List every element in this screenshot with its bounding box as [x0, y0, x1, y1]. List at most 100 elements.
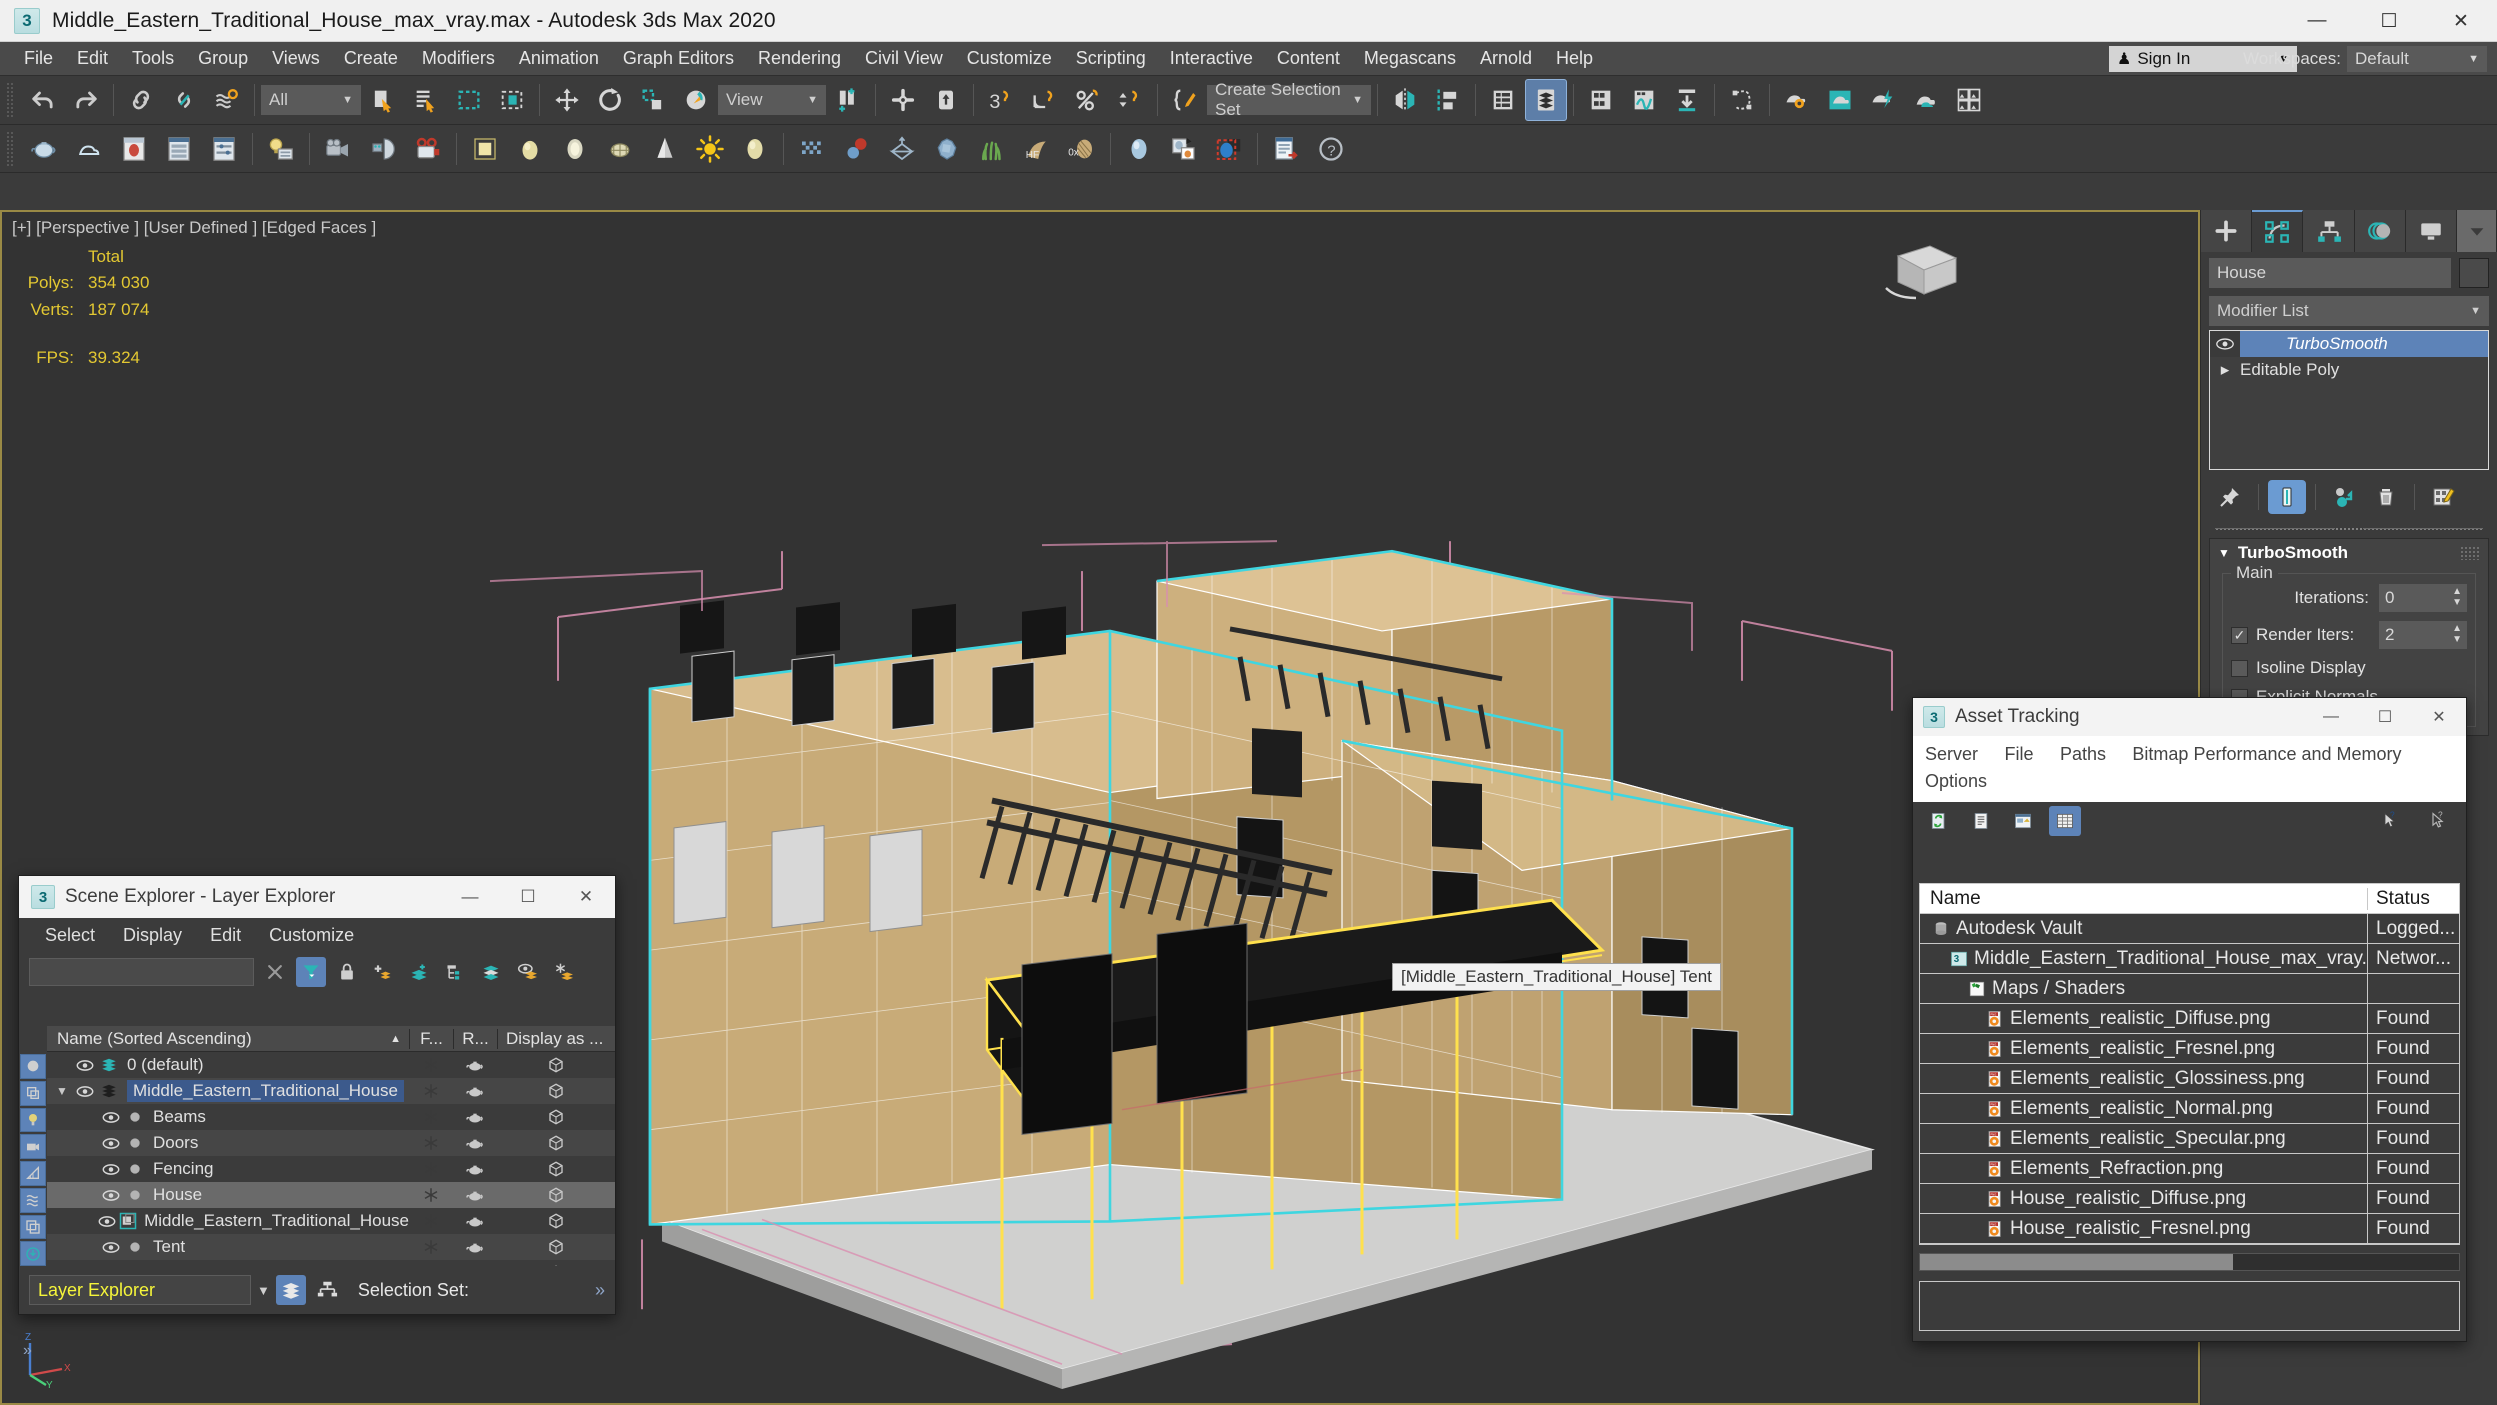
isoline-display-row[interactable]: Isoline Display	[2231, 658, 2467, 678]
freeze-toggle-icon[interactable]	[409, 1052, 453, 1078]
teapot-blue-icon[interactable]	[22, 130, 66, 168]
layer-row[interactable]: Fencing	[47, 1156, 615, 1182]
add-selection-to-layer-icon[interactable]	[404, 957, 434, 987]
window-crossing-icon[interactable]	[491, 79, 533, 121]
spinner-arrows-icon[interactable]: ▲ ▼	[2452, 586, 2462, 608]
maximize-button[interactable]: ☐	[499, 876, 557, 918]
filter-xrefs-icon[interactable]	[20, 1241, 46, 1266]
hierarchy-mode-icon[interactable]	[312, 1275, 342, 1305]
asset-row[interactable]: PNGHouse_realistic_Glossiness.pngFound	[2367, 1243, 2368, 1244]
filter-geometry-icon[interactable]	[20, 1054, 46, 1079]
menu-megascans[interactable]: Megascans	[1352, 44, 1468, 73]
menu-interactive[interactable]: Interactive	[1158, 44, 1265, 73]
object-color-swatch[interactable]	[2459, 258, 2489, 288]
edit-named-selection-sets-icon[interactable]	[1164, 79, 1206, 121]
layer-explorer-icon[interactable]	[1482, 79, 1524, 121]
layer-mode-icon[interactable]	[275, 1275, 306, 1305]
snaps-toggle-3d-icon[interactable]: 3	[980, 79, 1022, 121]
menu-edit[interactable]: Edit	[65, 44, 120, 73]
renderable-toggle-icon[interactable]	[453, 1182, 497, 1208]
clear-search-icon[interactable]	[260, 957, 290, 987]
hierarchy-tab[interactable]	[2303, 210, 2355, 252]
light-sphere-icon[interactable]	[361, 130, 405, 168]
minimize-button[interactable]: —	[441, 876, 499, 918]
select-by-name-icon[interactable]	[405, 79, 447, 121]
camera-icon[interactable]	[316, 130, 360, 168]
freeze-unfreeze-icon[interactable]	[548, 957, 578, 987]
named-selection-set-input[interactable]: Create Selection Set ▼	[1207, 80, 1371, 119]
filter-helpers-icon[interactable]	[20, 1161, 46, 1186]
material-editor-icon[interactable]	[1666, 79, 1708, 121]
asset-row[interactable]: PNG House_realistic_Fresnel.png Found	[1920, 1213, 2459, 1244]
select-and-place-icon[interactable]	[675, 79, 717, 121]
menu-rendering[interactable]: Rendering	[746, 44, 853, 73]
dot-icon[interactable]	[123, 1187, 147, 1203]
se-menu-customize[interactable]: Customize	[257, 923, 366, 948]
display-as-icon[interactable]	[497, 1182, 615, 1208]
renderable-toggle-icon[interactable]	[453, 1208, 497, 1234]
renderable-toggle-icon[interactable]	[453, 1130, 497, 1156]
add-layer-icon[interactable]	[368, 957, 398, 987]
asset-row[interactable]: PNG Elements_realistic_Specular.png Found	[1920, 1123, 2459, 1154]
menu-content[interactable]: Content	[1265, 44, 1352, 73]
asset-row[interactable]: PNG Elements_realistic_Fresnel.png Found	[1920, 1033, 2459, 1064]
freeze-toggle-icon[interactable]	[409, 1078, 453, 1104]
cone-icon[interactable]	[643, 130, 687, 168]
menu-help[interactable]: Help	[1544, 44, 1605, 73]
refresh-icon[interactable]	[1923, 806, 1955, 836]
close-button[interactable]: ✕	[2425, 0, 2497, 42]
use-pivot-point-center-icon[interactable]	[827, 79, 869, 121]
select-object-icon[interactable]	[362, 79, 404, 121]
table-view-icon[interactable]	[2049, 806, 2081, 836]
layer-row[interactable]: Middle_Eastern_Traditional_House	[47, 1208, 615, 1234]
asset-row[interactable]: PNG Elements_realistic_Glossiness.png Foun…	[1920, 1063, 2459, 1094]
menu-modifiers[interactable]: Modifiers	[410, 44, 507, 73]
snap-toggle-icon[interactable]	[925, 79, 967, 121]
iterations-spinner[interactable]: 0 ▲ ▼	[2379, 584, 2467, 612]
lock-icon[interactable]	[332, 957, 362, 987]
mirror-icon[interactable]	[1384, 79, 1426, 121]
column-display-as[interactable]: Display as ...	[497, 1028, 615, 1049]
se-menu-display[interactable]: Display	[111, 923, 194, 948]
help-icon[interactable]: ?	[1309, 130, 1353, 168]
undo-icon[interactable]	[22, 79, 64, 121]
asset-row[interactable]: Maps / Shaders	[1920, 973, 2459, 1004]
isoline-display-checkbox[interactable]	[2231, 659, 2248, 677]
eye-icon[interactable]	[73, 1059, 97, 1072]
close-button[interactable]: ✕	[557, 876, 615, 918]
renderable-toggle-icon[interactable]	[453, 1078, 497, 1104]
help-arrow-icon[interactable]: ?	[2422, 806, 2454, 836]
display-as-icon[interactable]	[497, 1156, 615, 1182]
layer-row[interactable]: House	[47, 1182, 615, 1208]
eye-icon[interactable]	[99, 1163, 123, 1176]
renderable-toggle-icon[interactable]	[453, 1104, 497, 1130]
freeze-toggle-icon[interactable]	[409, 1208, 453, 1234]
map-browser-icon[interactable]	[1162, 130, 1206, 168]
eye-icon[interactable]	[2210, 331, 2240, 357]
render-frame-grid-icon[interactable]	[1948, 79, 1990, 121]
light-lister-icon[interactable]	[259, 130, 303, 168]
eye-icon[interactable]	[73, 1085, 97, 1098]
grass-icon[interactable]	[970, 130, 1014, 168]
pin-stack-icon[interactable]	[2211, 480, 2249, 514]
menu-animation[interactable]: Animation	[507, 44, 611, 73]
display-as-icon[interactable]	[497, 1208, 615, 1234]
filter-cameras-icon[interactable]	[20, 1134, 46, 1159]
eye-icon[interactable]	[99, 1241, 123, 1254]
layer-row[interactable]: Beams	[47, 1104, 615, 1130]
motion-tab[interactable]	[2354, 210, 2406, 252]
layers-dark-icon[interactable]	[97, 1082, 121, 1100]
display-as-icon[interactable]	[497, 1130, 615, 1156]
spinner-snap-toggle-icon[interactable]	[1109, 79, 1151, 121]
dot-icon[interactable]	[123, 1161, 147, 1177]
display-tab[interactable]	[2405, 210, 2458, 252]
hide-unhide-icon[interactable]	[512, 957, 542, 987]
renderable-toggle-icon[interactable]	[453, 1156, 497, 1182]
hair-fur-icon[interactable]: HF	[1015, 130, 1059, 168]
rendered-frame-window-icon[interactable]	[1819, 79, 1861, 121]
redo-icon[interactable]	[65, 79, 107, 121]
menu-group[interactable]: Group	[186, 44, 260, 73]
select-and-rotate-icon[interactable]	[589, 79, 631, 121]
scene-explorer-toggle-icon[interactable]	[1525, 79, 1567, 121]
spinner-arrows-icon[interactable]: ▲ ▼	[2452, 623, 2462, 645]
